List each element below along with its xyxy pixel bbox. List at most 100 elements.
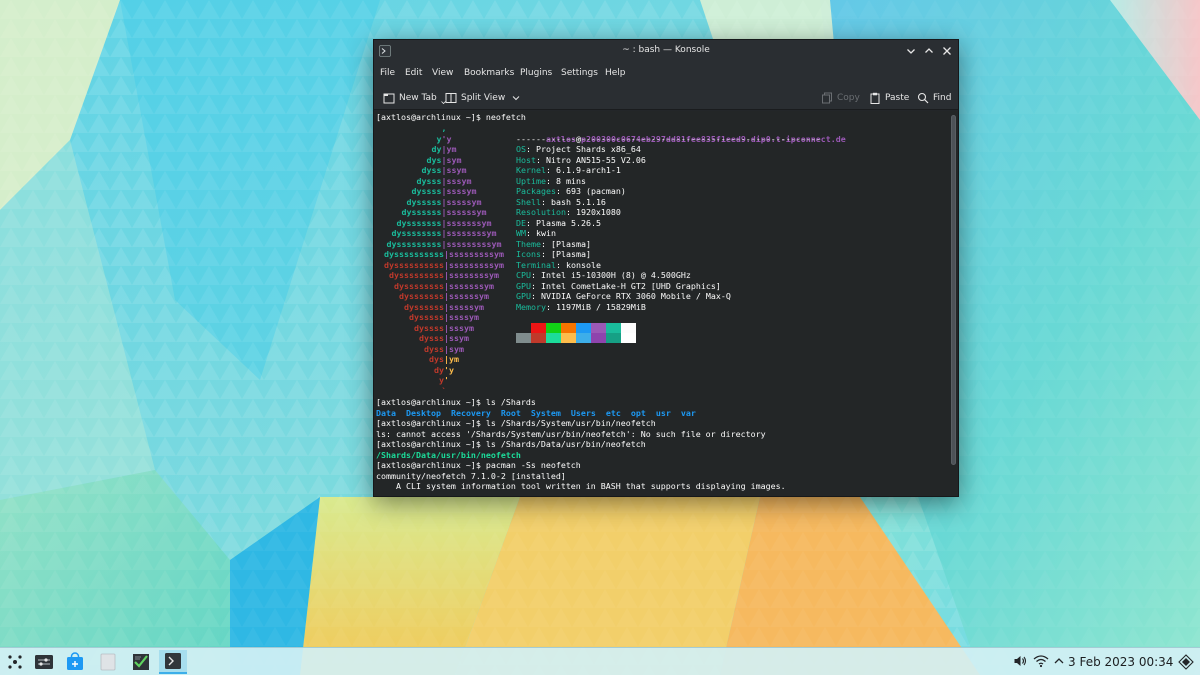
directory-entry: var (680, 407, 696, 418)
color-swatch (516, 323, 531, 333)
logo-line: dyssssssssss|sssssssssym (374, 249, 514, 260)
logo-right: |sssym (444, 322, 474, 333)
split-view-button[interactable]: Split View (445, 91, 520, 105)
copy-button[interactable]: Copy (821, 91, 860, 105)
info-key: Host (516, 154, 536, 165)
logo-line: dy|ym (374, 144, 514, 155)
logo-line: dyssssssss|sssssssym (374, 281, 514, 292)
info-value: 8 mins (555, 175, 586, 186)
info-line: Resolution: 1920x1080 (516, 207, 621, 218)
minimize-button[interactable] (904, 44, 918, 58)
ls-output: Data Desktop Recovery Root System Users … (376, 408, 696, 419)
task-system-settings[interactable] (30, 650, 58, 674)
paste-button[interactable]: Paste (869, 91, 909, 105)
logo-right: |ym (444, 354, 459, 364)
scrollbar-thumb[interactable] (951, 115, 956, 465)
logo-left: dysssssss (396, 217, 442, 228)
wifi-icon[interactable] (1033, 654, 1049, 668)
info-value: Plasma 5.26.5 (536, 217, 601, 228)
copy-label: Copy (837, 93, 860, 103)
chevron-down-icon (512, 96, 520, 101)
application-launcher[interactable] (1, 650, 29, 674)
logo-left: dy (431, 144, 442, 154)
menu-file[interactable]: File (380, 68, 395, 78)
info-sep: : (531, 280, 541, 291)
logo-left: dyssssss (401, 207, 442, 217)
maximize-button[interactable] (922, 44, 936, 58)
directory-entry: Recovery (450, 407, 491, 418)
logo-left: dys (426, 154, 442, 165)
info-sep: : (526, 217, 536, 228)
menu-edit[interactable]: Edit (405, 68, 422, 78)
task-konsole[interactable] (159, 650, 187, 674)
terminal-line: /Shards/Data/usr/bin/neofetch (376, 449, 521, 460)
info-line: Kernel: 6.1.9-arch1-1 (516, 165, 621, 176)
window-titlebar[interactable]: ~ : bash — Konsole (374, 40, 958, 62)
color-swatch (621, 323, 636, 333)
logo-left: ` (441, 385, 447, 396)
color-swatch (531, 333, 546, 343)
volume-icon[interactable] (1013, 654, 1027, 668)
color-swatch (516, 333, 531, 343)
info-key: Resolution (516, 207, 566, 217)
menu-plugins[interactable]: Plugins (520, 68, 552, 78)
logo-line: dysssssss|sssssssym (374, 218, 514, 229)
tray-expand-icon[interactable] (1053, 654, 1065, 668)
konsole-window: ~ : bash — Konsole File Edit View Bookma… (373, 39, 959, 497)
logo-right: |sssssssym (441, 217, 492, 228)
menu-bookmarks[interactable]: Bookmarks (464, 68, 514, 78)
color-swatch (561, 323, 576, 333)
info-value: konsole (565, 259, 601, 270)
color-swatch (546, 333, 561, 343)
logo-line: dyssssssss|ssssssssym (374, 228, 514, 239)
info-key: Packages (516, 186, 556, 196)
logo-left: dyssss (414, 322, 444, 333)
info-key: Terminal (516, 259, 556, 270)
info-line: CPU: Intel i5-10300H (8) @ 4.500GHz (516, 270, 691, 281)
window-title: ~ : bash — Konsole (622, 45, 710, 55)
task-discover[interactable] (61, 650, 89, 674)
color-swatch (576, 333, 591, 343)
task-file-manager[interactable] (94, 650, 122, 674)
info-line: Theme: [Plasma] (516, 239, 591, 250)
logo-line: dysssssss|ssssssym (374, 291, 514, 302)
digital-clock[interactable]: 3 Feb 2023 00:34 (1068, 655, 1173, 669)
menu-settings[interactable]: Settings (561, 68, 598, 78)
info-key: OS (516, 144, 526, 154)
new-tab-button[interactable]: New Tab (383, 91, 446, 105)
info-sep: : (545, 165, 556, 175)
new-tab-label: New Tab (399, 93, 437, 103)
logo-left: dysssss (406, 196, 442, 207)
logo-right: |sssssssssym (444, 249, 504, 259)
info-key: Theme (516, 238, 541, 249)
color-swatch (576, 323, 591, 333)
find-button[interactable]: Find (917, 91, 951, 105)
terminal-line: [axtlos@archlinux ~]$ ls /Shards/System/… (376, 418, 656, 428)
terminal-view[interactable]: [axtlos@archlinux ~]$ neofetch , y'y dy|ym… (374, 111, 958, 496)
file-manager-icon (100, 653, 116, 671)
menu-view[interactable]: View (432, 68, 453, 78)
logo-line: dyss|ssym (374, 165, 514, 176)
info-key: Icons (516, 249, 541, 259)
logo-left: dyssssss (404, 301, 444, 312)
show-desktop-icon[interactable] (1178, 654, 1194, 670)
color-swatch (606, 333, 621, 343)
logo-right: |ym (441, 144, 457, 154)
close-button[interactable] (940, 44, 954, 58)
logo-left: dyss (424, 343, 444, 354)
logo-left: , (441, 123, 447, 133)
info-key: CPU (516, 270, 531, 280)
discover-store-icon (67, 652, 83, 670)
text-editor-icon (133, 654, 149, 670)
directory-entry: Users (570, 407, 596, 418)
info-value: Nitro AN515-55 V2.06 (545, 154, 646, 165)
logo-right: |ssym (441, 165, 467, 175)
task-text-editor[interactable] (127, 650, 155, 674)
menu-help[interactable]: Help (605, 68, 626, 78)
terminal-scrollbar[interactable] (951, 115, 956, 465)
info-sep: : (540, 238, 551, 249)
color-swatch (606, 323, 621, 333)
info-value: 693 (pacman) (565, 186, 626, 196)
logo-right: 'y (441, 133, 452, 144)
terminal-line: [axtlos@archlinux ~]$ ls /Shards (376, 397, 536, 407)
